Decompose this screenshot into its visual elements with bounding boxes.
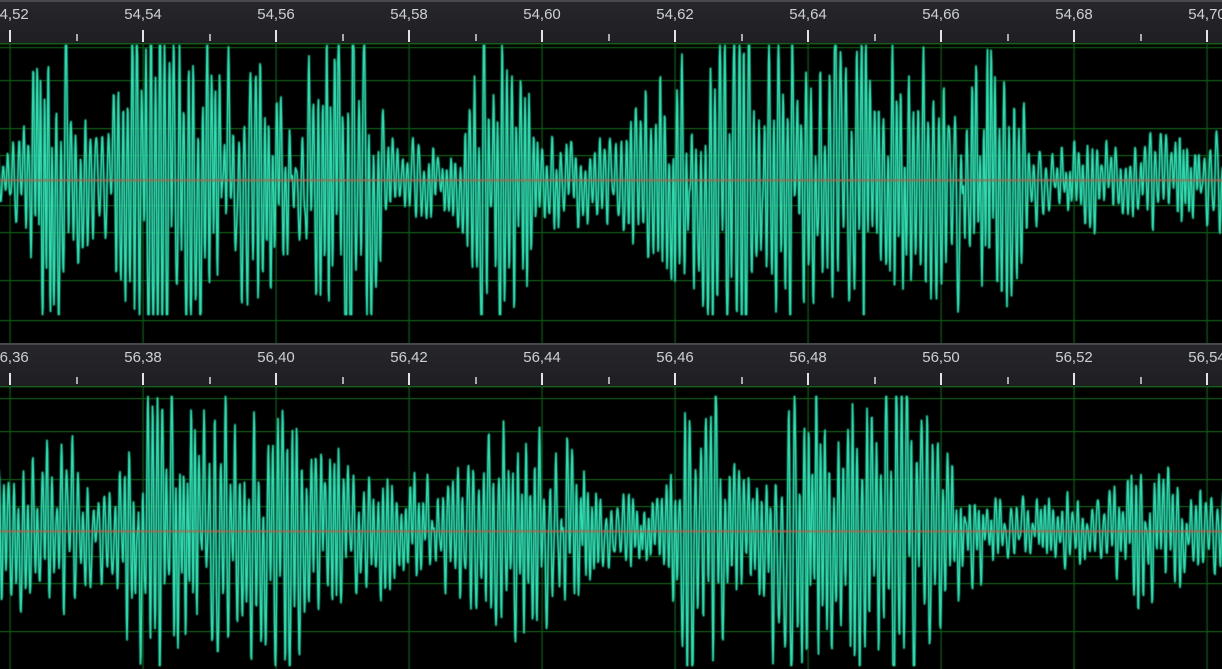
major-tick	[940, 373, 942, 385]
waveform-display-1[interactable]	[0, 43, 1222, 343]
time-label: 54,52	[0, 6, 29, 24]
major-tick	[807, 30, 809, 42]
time-label: 54,56	[257, 6, 295, 24]
time-label: 54,64	[789, 6, 827, 24]
minor-tick	[874, 377, 876, 384]
major-tick	[142, 373, 144, 385]
minor-tick	[608, 377, 610, 384]
major-tick	[541, 30, 543, 42]
minor-tick	[874, 34, 876, 41]
time-label: 54,54	[124, 6, 162, 24]
minor-tick	[741, 377, 743, 384]
time-label: 56,44	[523, 349, 561, 367]
major-tick	[1073, 30, 1075, 42]
time-label: 56,42	[390, 349, 428, 367]
time-label: 54,70	[1188, 6, 1222, 24]
track-pane-2: 56,36 56,38 56,40 56,42 56,44 56,46 56,48 56,50…	[0, 343, 1222, 669]
major-tick	[1206, 30, 1208, 42]
timeline-ruler-1[interactable]: 54,52 54,54 54,56 54,58 54,60 54,62 54,64 54,66…	[0, 0, 1222, 43]
time-label: 56,52	[1055, 349, 1093, 367]
minor-tick	[475, 377, 477, 384]
minor-tick	[1007, 377, 1009, 384]
time-label: 54,66	[922, 6, 960, 24]
minor-tick	[76, 34, 78, 41]
minor-tick	[475, 34, 477, 41]
minor-tick	[741, 34, 743, 41]
major-tick	[674, 30, 676, 42]
time-label: 56,38	[124, 349, 162, 367]
time-label: 56,48	[789, 349, 827, 367]
major-tick	[275, 30, 277, 42]
major-tick	[408, 373, 410, 385]
major-tick	[807, 373, 809, 385]
major-tick	[674, 373, 676, 385]
time-label: 56,50	[922, 349, 960, 367]
time-label: 56,40	[257, 349, 295, 367]
time-label: 54,62	[656, 6, 694, 24]
time-label: 56,36	[0, 349, 29, 367]
ruler-top-edge	[0, 0, 1222, 2]
waveform-display-2[interactable]	[0, 386, 1222, 669]
minor-tick	[209, 34, 211, 41]
major-tick	[408, 30, 410, 42]
minor-tick	[608, 34, 610, 41]
minor-tick	[1140, 377, 1142, 384]
major-tick	[9, 30, 11, 42]
minor-tick	[342, 34, 344, 41]
major-tick	[1073, 373, 1075, 385]
major-tick	[940, 30, 942, 42]
time-label: 56,46	[656, 349, 694, 367]
ruler-top-edge	[0, 343, 1222, 345]
track-pane-1: 54,52 54,54 54,56 54,58 54,60 54,62 54,64 54,66…	[0, 0, 1222, 343]
major-tick	[1206, 373, 1208, 385]
major-tick	[142, 30, 144, 42]
major-tick	[9, 373, 11, 385]
timeline-ruler-2[interactable]: 56,36 56,38 56,40 56,42 56,44 56,46 56,48 56,50…	[0, 343, 1222, 386]
minor-tick	[1007, 34, 1009, 41]
minor-tick	[1140, 34, 1142, 41]
time-label: 54,68	[1055, 6, 1093, 24]
major-tick	[541, 373, 543, 385]
time-label: 54,60	[523, 6, 561, 24]
time-label: 54,58	[390, 6, 428, 24]
time-label: 56,54	[1188, 349, 1222, 367]
minor-tick	[342, 377, 344, 384]
major-tick	[275, 373, 277, 385]
minor-tick	[76, 377, 78, 384]
audio-editor: 54,52 54,54 54,56 54,58 54,60 54,62 54,64 54,66…	[0, 0, 1222, 669]
minor-tick	[209, 377, 211, 384]
